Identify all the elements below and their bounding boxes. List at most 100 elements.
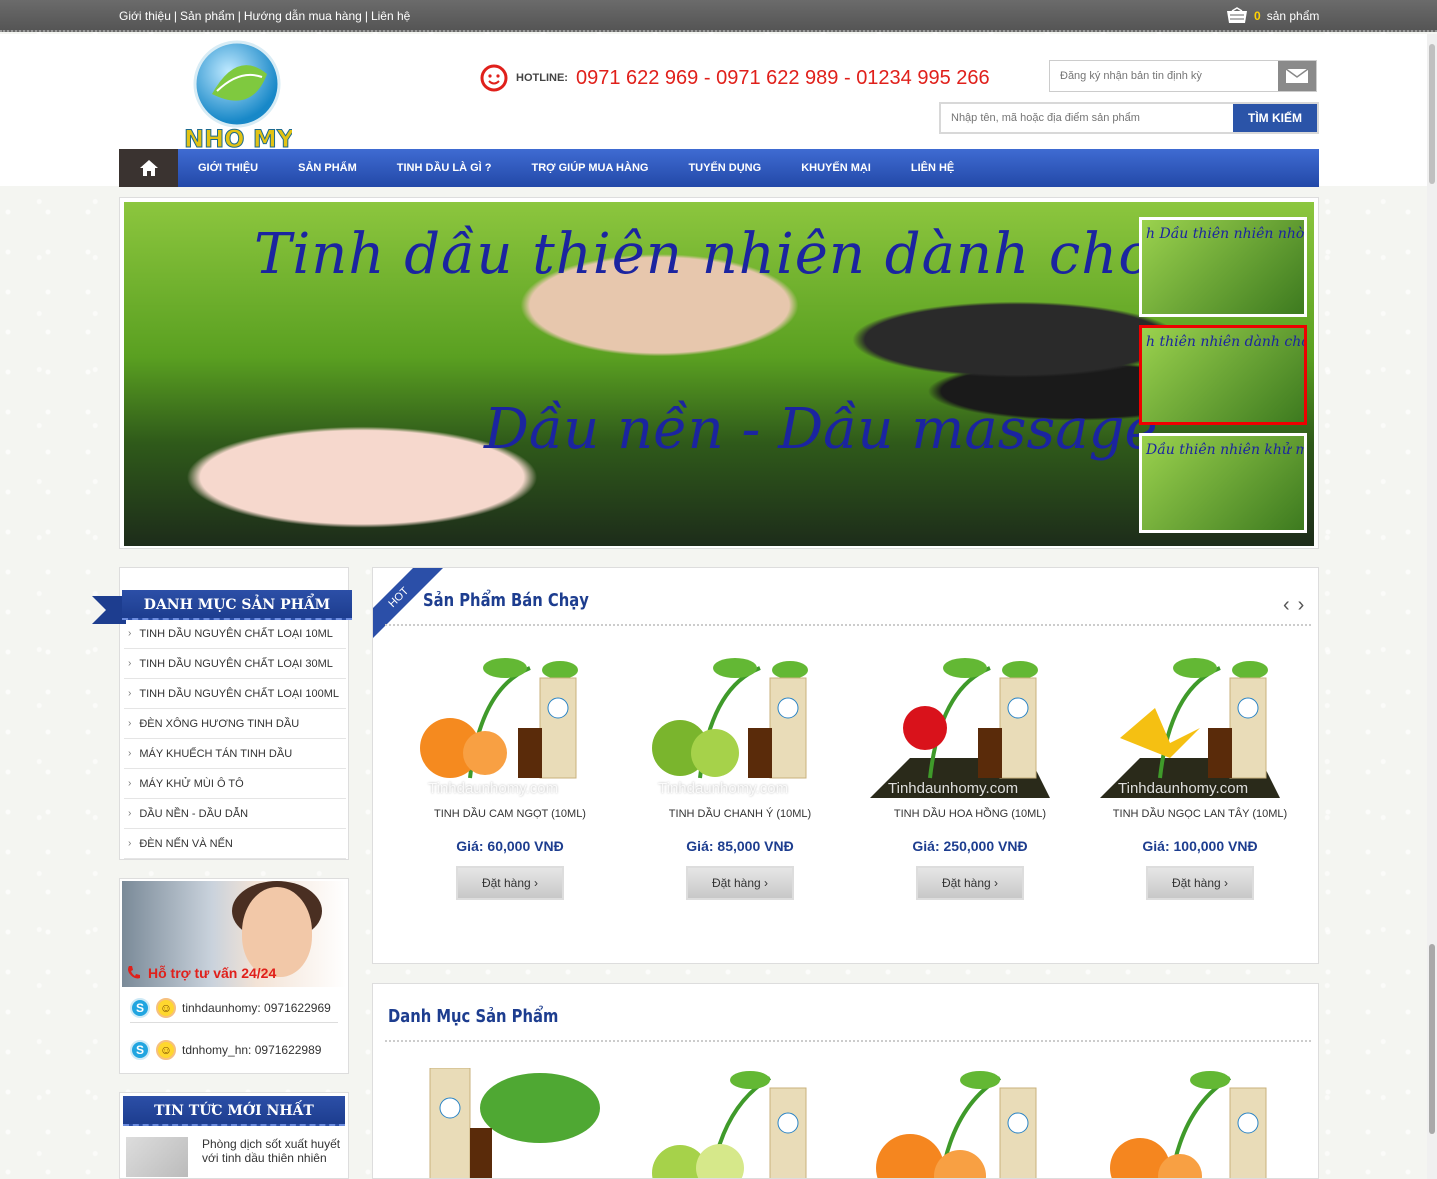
chevron-right-icon[interactable]: › (1298, 594, 1305, 617)
chevron-right-icon: › (128, 748, 132, 759)
category-item[interactable]: › TINH DẦU NGUYÊN CHẤT LOẠI 100ML (124, 679, 346, 709)
page-scrollbar[interactable] (1427, 34, 1437, 1179)
news-link[interactable]: Phòng dịch sốt xuất huyết với tinh dầu t… (202, 1137, 344, 1165)
banner-thumb[interactable]: h Dầu thiên nhiên nhờn (1139, 217, 1307, 317)
chevron-right-icon: › (128, 718, 132, 729)
search-input[interactable] (941, 104, 1233, 132)
scrollbar-thumb[interactable] (1429, 944, 1435, 1134)
svg-text:NHO MY: NHO MY (184, 125, 292, 151)
category-ribbon: DANH MỤC SẢN PHẨM (92, 590, 352, 624)
product-card (855, 1068, 1085, 1178)
top-link-products[interactable]: Sản phẩm (180, 9, 235, 23)
category-item[interactable]: › TINH DẦU NGUYÊN CHẤT LOẠI 10ML (124, 619, 346, 649)
chevron-right-icon: › (128, 838, 132, 849)
newsletter-input[interactable] (1050, 61, 1278, 91)
nav-item-contact[interactable]: LIÊN HỆ (891, 149, 974, 187)
category-item[interactable]: › ĐÈN NẾN VÀ NẾN (124, 829, 346, 859)
phone-icon (128, 966, 140, 979)
smiley-phone-icon (480, 64, 508, 92)
top-link-about[interactable]: Giới thiệu (119, 9, 171, 23)
top-links: Giới thiệu | Sản phẩm | Hướng dẫn mua hàng | L… (119, 9, 411, 23)
category-item[interactable]: › MÁY KHỬ MÙI Ô TÔ (124, 769, 346, 799)
cart-link[interactable]: 0 sản phẩm (1226, 7, 1319, 25)
category-products-section: Danh Mục Sản Phẩm (372, 983, 1319, 1179)
banner-image[interactable]: Tinh dầu thiên nhiên dành cho spa Dầu nề… (124, 202, 1314, 546)
skype-icon[interactable]: S (130, 997, 150, 1018)
hotline: HOTLINE: 0971 622 969 - 0971 622 989 - 0… (480, 64, 990, 92)
top-link-guide[interactable]: Hướng dẫn mua hàng (244, 9, 362, 23)
product-image[interactable] (870, 1068, 1070, 1178)
newsletter-form (1049, 60, 1317, 92)
cart-icon (1227, 7, 1247, 23)
news-title: TIN TỨC MỚI NHẤT (123, 1096, 345, 1126)
cart-count: 0 (1254, 9, 1261, 23)
category-sidebar: DANH MỤC SẢN PHẨM › TINH DẦU NGUYÊN CHẤT … (92, 567, 352, 860)
chevron-right-icon: › (128, 628, 132, 639)
skype-icon[interactable]: S (130, 1040, 150, 1060)
category-item[interactable]: › DẦU NỀN - DẦU DẪN (124, 799, 346, 829)
newsletter-submit-button[interactable] (1278, 61, 1316, 91)
product-image[interactable]: Tinhdaunhomy.com (1100, 648, 1300, 798)
chevron-left-icon[interactable]: ‹ (1283, 594, 1290, 617)
banner-thumb[interactable]: Dầu thiên nhiên khử mùi (1139, 433, 1307, 533)
banner-thumb-active[interactable]: h thiên nhiên dành cho (1139, 325, 1307, 425)
nav-item-help[interactable]: TRỢ GIÚP MUA HÀNG (512, 149, 669, 187)
product-name[interactable]: TINH DẦU HOA HỒNG (10ML) (855, 808, 1085, 824)
hotline-label: HOTLINE: (516, 72, 568, 84)
nav-item-jobs[interactable]: TUYỂN DỤNG (668, 149, 781, 187)
banner-title-1: Tinh dầu thiên nhiên dành cho spa (254, 222, 1273, 287)
home-button[interactable] (119, 149, 178, 187)
product-card: Tinhdaunhomy.com TINH DẦU HOA HỒNG (10ML… (855, 648, 1085, 900)
order-button[interactable]: Đặt hàng › (456, 866, 564, 900)
product-list: Tinhdaunhomy.com TINH DẦU CAM NGỌT (10ML… (395, 648, 1315, 900)
chevron-right-icon: › (128, 808, 132, 819)
order-button[interactable]: Đặt hàng › (686, 866, 794, 900)
top-bar: Giới thiệu | Sản phẩm | Hướng dẫn mua hàng | L… (0, 0, 1437, 32)
mail-icon (1285, 68, 1309, 83)
product-name[interactable]: TINH DẦU CAM NGỌT (10ML) (395, 808, 625, 824)
category-item[interactable]: › ĐÈN XÔNG HƯƠNG TINH DẦU (124, 709, 346, 739)
product-image[interactable] (1100, 1068, 1300, 1178)
product-card (625, 1068, 855, 1178)
support-contact[interactable]: S ☺ tdnhomy_hn: 0971622989 (130, 1035, 338, 1065)
hotline-numbers: 0971 622 969 - 0971 622 989 - 01234 995 … (575, 66, 990, 89)
category-item[interactable]: › TINH DẦU NGUYÊN CHẤT LOẠI 30ML (124, 649, 346, 679)
product-image[interactable]: Tinhdaunhomy.com (410, 648, 610, 798)
yahoo-icon[interactable]: ☺ (156, 997, 176, 1018)
product-card: Tinhdaunhomy.com TINH DẦU CHANH Ý (10ML)… (625, 648, 855, 900)
chevron-right-icon: › (128, 658, 132, 669)
best-sellers-title: Sản Phẩm Bán Chạy (423, 590, 589, 611)
search-button[interactable]: TÌM KIẾM (1233, 104, 1317, 132)
product-image[interactable]: Tinhdaunhomy.com (870, 648, 1070, 798)
product-image[interactable] (410, 1067, 610, 1178)
product-price: Giá: 85,000 VNĐ (686, 838, 794, 854)
product-image[interactable]: Tinhdaunhomy.com (640, 648, 840, 798)
banner-slider: Tinh dầu thiên nhiên dành cho spa Dầu nề… (119, 197, 1319, 549)
nav-item-about[interactable]: GIỚI THIỆU (178, 149, 278, 187)
support-box: Hỗ trợ tư vấn 24/24 S ☺ tinhdaunhomy: 09… (119, 878, 349, 1074)
nav-item-promotions[interactable]: KHUYẾN MẠI (781, 149, 891, 187)
support-contact[interactable]: S ☺ tinhdaunhomy: 0971622969 (130, 993, 338, 1023)
news-thumbnail[interactable] (126, 1137, 188, 1177)
nav-item-products[interactable]: SẢN PHẨM (278, 149, 377, 187)
order-button[interactable]: Đặt hàng › (916, 866, 1024, 900)
product-image[interactable] (640, 1068, 840, 1178)
scrollbar-thumb[interactable] (1429, 44, 1435, 184)
logo[interactable]: NHO MY (182, 39, 295, 154)
top-link-contact[interactable]: Liên hệ (371, 9, 410, 23)
chevron-right-icon: › (128, 688, 132, 699)
category-product-list (395, 1067, 1315, 1178)
product-price: Giá: 100,000 VNĐ (1142, 838, 1258, 854)
nav-item-what-is-oil[interactable]: TINH DẦU LÀ GÌ ? (377, 149, 512, 187)
main-nav: GIỚI THIỆU SẢN PHẨM TINH DẦU LÀ GÌ ? TRỢ… (119, 149, 1319, 187)
product-name[interactable]: TINH DẦU NGỌC LAN TÂY (10ML) (1085, 808, 1315, 824)
cart-label: sản phẩm (1266, 9, 1320, 23)
support-label-wrap: Hỗ trợ tư vấn 24/24 (126, 965, 276, 981)
yahoo-icon[interactable]: ☺ (156, 1040, 176, 1060)
product-card: Tinhdaunhomy.com TINH DẦU CAM NGỌT (10ML… (395, 648, 625, 900)
news-box: TIN TỨC MỚI NHẤT Phòng dịch sốt xuất huy… (119, 1092, 349, 1179)
order-button[interactable]: Đặt hàng › (1146, 866, 1254, 900)
category-item[interactable]: › MÁY KHUẾCH TÁN TINH DẦU (124, 739, 346, 769)
carousel-arrows: ‹ › (1283, 594, 1304, 617)
product-name[interactable]: TINH DẦU CHANH Ý (10ML) (625, 808, 855, 824)
